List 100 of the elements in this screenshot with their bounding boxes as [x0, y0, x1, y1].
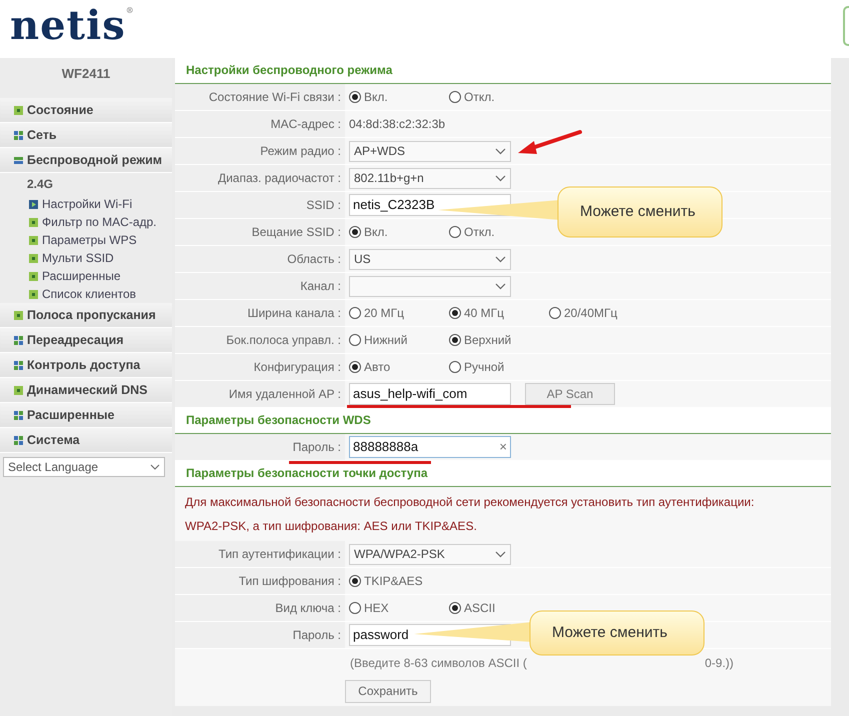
- menu-item[interactable]: Расширенные: [0, 403, 172, 428]
- select-field[interactable]: WPA/WPA2-PSK: [349, 544, 511, 564]
- radio-label: TKIP&AES: [364, 573, 423, 590]
- menu-item[interactable]: Беспроводной режим: [0, 148, 172, 173]
- save-button[interactable]: Сохранить: [345, 680, 431, 702]
- field-label: Ширина канала :: [247, 305, 341, 322]
- submenu-item[interactable]: Мульти SSID: [0, 249, 172, 267]
- radio-label: Ручной: [464, 359, 504, 376]
- radio-label: ASCII: [464, 600, 496, 617]
- submenu-item[interactable]: Фильтр по MAC-адр.: [0, 213, 172, 231]
- field-label: Тип шифрования :: [238, 573, 341, 590]
- language-select[interactable]: Select Language: [3, 457, 165, 477]
- chevron-icon: [495, 256, 506, 262]
- radio-button[interactable]: [349, 226, 361, 238]
- menu-label: Расширенные: [27, 406, 114, 424]
- menu-label: Динамический DNS: [27, 382, 148, 399]
- chevron-icon: [495, 550, 506, 558]
- radio-button[interactable]: [449, 602, 461, 614]
- square-icon: [29, 272, 38, 280]
- square-icon: [14, 106, 23, 114]
- radio-button[interactable]: [449, 334, 461, 346]
- field-label: Вид ключа :: [275, 600, 341, 617]
- radio-button[interactable]: [349, 575, 361, 587]
- radio-label: Откл.: [464, 224, 495, 241]
- submenu-label: Расширенные: [42, 268, 121, 285]
- radio-label: Верхний: [464, 332, 512, 349]
- radio-button[interactable]: [349, 334, 361, 346]
- radio-button[interactable]: [449, 361, 461, 373]
- submenu-label: Настройки Wi-Fi: [42, 196, 132, 213]
- square-icon: [14, 386, 23, 394]
- field-label: Имя удаленной AP :: [228, 386, 341, 403]
- menu-item[interactable]: Сеть: [0, 123, 172, 148]
- menu-item[interactable]: Контроль доступа: [0, 353, 172, 378]
- radio-button[interactable]: [349, 361, 361, 373]
- chevron-icon: [495, 282, 506, 290]
- menu-item[interactable]: Переадресация: [0, 328, 172, 353]
- square-icon: [14, 310, 23, 320]
- submenu-item[interactable]: Настройки Wi-Fi: [0, 195, 172, 213]
- field-label: Конфигурация :: [254, 359, 341, 376]
- scan-button[interactable]: AP Scan: [525, 383, 615, 405]
- select-field[interactable]: 802.11b+g+n: [349, 168, 511, 188]
- submenu-label: Параметры WPS: [42, 232, 137, 249]
- play-icon: [29, 200, 38, 208]
- field-value: 04:8d:38:c2:32:3b: [349, 116, 446, 133]
- select-field[interactable]: [349, 276, 511, 296]
- radio-button[interactable]: [349, 307, 361, 319]
- radio-button[interactable]: [449, 307, 461, 319]
- square-icon: [29, 254, 38, 262]
- grid-icon: [14, 410, 23, 420]
- field-label: Область :: [287, 251, 341, 268]
- select-field[interactable]: US: [349, 248, 511, 270]
- grid-icon: [14, 336, 23, 344]
- radio-button[interactable]: [349, 91, 361, 103]
- field-label: Тип аутентификации :: [218, 546, 341, 563]
- field-label: Пароль :: [292, 439, 341, 456]
- radio-button[interactable]: [549, 307, 561, 319]
- grid-icon: [14, 360, 23, 370]
- menu-icon: [14, 156, 23, 164]
- menu-item[interactable]: Система: [0, 428, 172, 453]
- clear-icon[interactable]: ×: [499, 437, 507, 457]
- arrow-annotation: [518, 130, 582, 154]
- square-icon: [29, 218, 38, 226]
- field-label: Режим радио :: [260, 143, 341, 160]
- logo: netis®: [10, 6, 135, 46]
- menu-label: Состояние: [27, 102, 94, 119]
- submenu-item[interactable]: Расширенные: [0, 267, 172, 285]
- select-label: Select Language: [8, 459, 98, 476]
- field-label: SSID :: [306, 197, 341, 214]
- chevron-icon: [495, 174, 506, 182]
- menu-item[interactable]: Полоса пропускания: [0, 303, 172, 328]
- hint-text: 0-9.)): [704, 654, 734, 672]
- menu-label: Переадресация: [27, 332, 124, 349]
- radio-button[interactable]: [449, 226, 461, 238]
- radio-label: Авто: [364, 359, 390, 376]
- grid-icon: [14, 130, 23, 140]
- menu-item[interactable]: Состояние: [0, 98, 172, 123]
- menu-label: Полоса пропускания: [27, 306, 156, 324]
- select-field[interactable]: AP+WDS: [349, 140, 511, 162]
- menu-item[interactable]: Динамический DNS: [0, 378, 172, 403]
- field-label: Вещание SSID :: [252, 224, 341, 241]
- radio-button[interactable]: [449, 91, 461, 103]
- field-label: Бок.полоса управл. :: [226, 332, 341, 349]
- field-label: Канал :: [300, 278, 341, 295]
- menu-label: Система: [27, 432, 80, 449]
- notice-text: WPA2-PSK, а тип шифрования: AES или TKIP&AES.: [185, 518, 478, 535]
- radio-label: Вкл.: [364, 224, 388, 241]
- radio-label: Откл.: [464, 89, 495, 106]
- submenu-item[interactable]: Параметры WPS: [0, 231, 172, 249]
- radio-label: 40 МГц: [464, 305, 504, 322]
- menu-label: Контроль доступа: [27, 356, 140, 374]
- submenu-item[interactable]: Список клиентов: [0, 285, 172, 303]
- field-label: Пароль :: [292, 627, 341, 644]
- hint-text: (Введите 8-63 символов ASCII (: [350, 654, 527, 672]
- radio-button[interactable]: [349, 602, 361, 614]
- input-field[interactable]: 88888888a ×: [349, 436, 511, 458]
- radio-label: HEX: [364, 600, 389, 617]
- submenu-label: Мульти SSID: [42, 250, 114, 267]
- input-field[interactable]: asus_help-wifi_com: [349, 383, 511, 405]
- band-label: 2.4G: [26, 176, 54, 193]
- radio-label: Нижний: [364, 332, 408, 349]
